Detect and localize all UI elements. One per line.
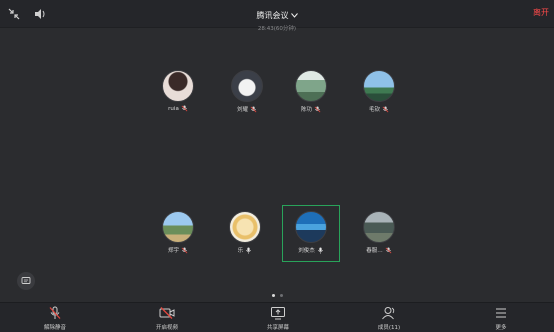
- members-button[interactable]: 成员(11): [359, 306, 419, 331]
- participant-tile[interactable]: 郑宇: [154, 211, 202, 254]
- start-video-button[interactable]: 开启视频: [137, 306, 197, 331]
- more-menu-icon: [496, 308, 506, 318]
- participant-tile[interactable]: 毛钦: [355, 70, 403, 113]
- chat-icon: [21, 277, 31, 284]
- participant-name: 春服…: [366, 248, 383, 254]
- mic-muted-icon: [382, 105, 389, 112]
- mic-muted-icon: [181, 246, 188, 253]
- avatar: [363, 70, 395, 102]
- mic-muted-icon: [314, 105, 321, 112]
- mic-muted-icon: [181, 105, 188, 112]
- participant-tile[interactable]: 乐: [221, 211, 269, 254]
- video-off-icon: [159, 307, 175, 319]
- bottom-toolbar: 解除静音 开启视频 共享屏幕 成员(11) 更多: [0, 302, 554, 332]
- participant-name: 乐: [237, 248, 244, 254]
- mic-muted-icon: [49, 306, 61, 319]
- participant-name: 毛钦: [368, 107, 380, 113]
- avatar: [231, 70, 263, 102]
- chat-button[interactable]: [17, 272, 35, 290]
- avatar: [229, 211, 261, 243]
- page-indicator[interactable]: [272, 294, 283, 297]
- members-label: 成员(11): [377, 325, 401, 331]
- share-screen-label: 共享屏幕: [266, 325, 289, 331]
- unmute-label: 解除静音: [43, 325, 66, 331]
- participant-name: 刘耀: [236, 107, 248, 113]
- mic-icon: [246, 246, 252, 254]
- leave-button[interactable]: 离开: [533, 7, 549, 18]
- participant-name: 陈功: [300, 107, 312, 113]
- unmute-button[interactable]: 解除静音: [25, 306, 85, 331]
- participant-name: 刘俊杰: [298, 248, 315, 254]
- page-dot-active[interactable]: [272, 294, 275, 297]
- top-bar: 腾讯会议 28:43(60分钟) 离开: [0, 0, 554, 32]
- participant-tile[interactable]: 陈功: [287, 70, 335, 113]
- more-label: 更多: [495, 325, 507, 331]
- participant-tile[interactable]: 春服…: [355, 211, 403, 254]
- avatar: [363, 211, 395, 243]
- members-icon: [382, 307, 395, 320]
- more-button[interactable]: 更多: [471, 306, 531, 331]
- meeting-duration: 28:43(60分钟): [257, 26, 297, 32]
- meeting-title: 腾讯会议: [256, 11, 289, 20]
- participant-name: ruia: [168, 105, 179, 112]
- avatar: [162, 70, 194, 102]
- participant-tile-active[interactable]: 刘俊杰: [287, 211, 335, 254]
- mic-icon: [317, 246, 323, 254]
- mic-muted-icon: [385, 246, 392, 253]
- avatar: [295, 211, 327, 243]
- start-video-label: 开启视频: [155, 325, 178, 331]
- mic-muted-icon: [250, 105, 257, 112]
- participant-name: 郑宇: [167, 248, 179, 254]
- meeting-info[interactable]: 腾讯会议 28:43(60分钟): [0, 3, 554, 32]
- avatar: [162, 211, 194, 243]
- participant-tile[interactable]: 刘耀: [223, 70, 271, 113]
- avatar: [295, 70, 327, 102]
- chevron-down-icon: [290, 13, 298, 18]
- page-dot[interactable]: [280, 294, 283, 297]
- share-screen-button[interactable]: 共享屏幕: [248, 306, 308, 331]
- share-screen-icon: [271, 307, 285, 320]
- participant-tile[interactable]: ruia: [154, 70, 202, 112]
